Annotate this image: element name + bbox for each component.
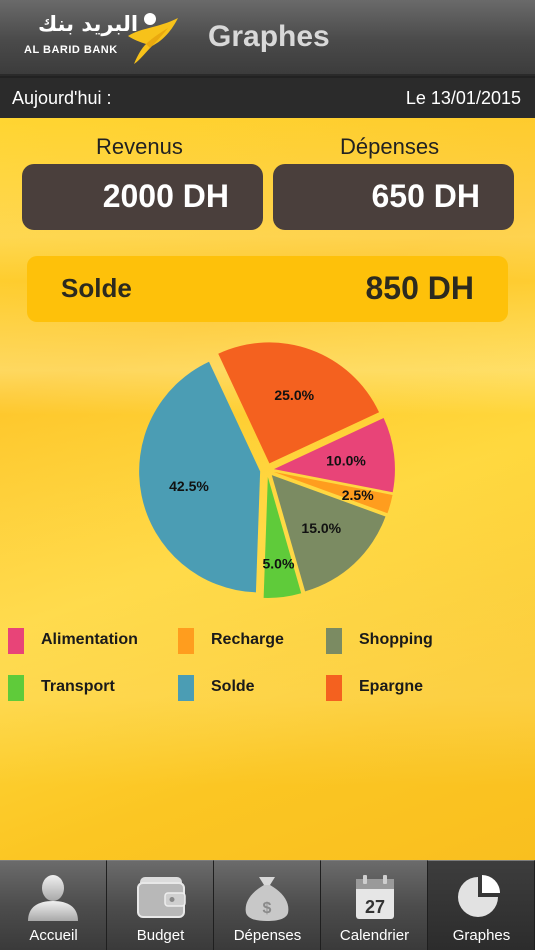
legend-label: Epargne: [359, 678, 424, 695]
pie-chart-icon: [458, 875, 500, 917]
pie-slice-label: 25.0%: [274, 387, 314, 403]
depenses-value: 650 DH: [371, 178, 481, 214]
svg-text:$: $: [263, 900, 272, 917]
tab-budget[interactable]: Budget: [107, 860, 214, 950]
tab-calendrier[interactable]: 27 Calendrier: [321, 860, 428, 950]
calendar-icon: 27: [356, 875, 394, 919]
wallet-icon: [137, 877, 186, 918]
al-barid-bank-logo: البريد بنك AL BARID BANK: [24, 12, 184, 66]
tab-graphes[interactable]: Graphes: [428, 860, 535, 950]
legend-label: Recharge: [211, 631, 284, 648]
legend-swatch: [178, 628, 194, 654]
depenses-label: Dépenses: [340, 134, 440, 159]
pie-slice-label: 42.5%: [169, 478, 209, 494]
tab-label: Dépenses: [233, 927, 302, 944]
bottom-tab-bar: Accueil Budget $ Dépenses 27 Calendrier: [0, 860, 535, 950]
money-bag-icon: $: [245, 877, 289, 921]
logo-text: AL BARID BANK: [24, 44, 118, 56]
legend-label: Alimentation: [41, 631, 138, 648]
tab-accueil[interactable]: Accueil: [0, 860, 107, 950]
tab-label: Graphes: [452, 927, 511, 944]
pie-slice-label: 2.5%: [342, 487, 374, 503]
pie-slice-label: 10.0%: [326, 452, 366, 468]
legend-swatch: [8, 675, 24, 701]
solde-label: Solde: [61, 273, 132, 303]
expense-pie-chart: 10.0% 2.5% 15.0% 5.0% 42.5% 25.0%: [139, 342, 395, 598]
app-header: البريد بنك AL BARID BANK Graphes: [0, 0, 535, 76]
legend-swatch: [326, 628, 342, 654]
depenses-box: 650 DH: [273, 164, 514, 230]
pie-slice-label: 5.0%: [263, 555, 295, 571]
page-title: Graphes: [208, 20, 330, 53]
tab-label: Accueil: [29, 927, 78, 944]
pie-slice-label: 15.0%: [301, 520, 341, 536]
legend-label: Solde: [211, 678, 255, 695]
logo-figure-icon: [128, 13, 178, 64]
legend-swatch: [326, 675, 342, 701]
calendar-day: 27: [365, 897, 385, 917]
revenus-value: 2000 DH: [102, 178, 229, 214]
legend-swatch: [178, 675, 194, 701]
today-label: Aujourd'hui :: [12, 88, 112, 108]
tab-label: Budget: [136, 927, 185, 944]
solde-value: 850 DH: [365, 270, 475, 306]
revenus-box: 2000 DH: [22, 164, 263, 230]
tab-depenses[interactable]: $ Dépenses: [214, 860, 321, 950]
legend-label: Transport: [41, 678, 115, 695]
revenus-label: Revenus: [96, 134, 183, 159]
legend-label: Shopping: [359, 631, 433, 648]
current-date: Le 13/01/2015: [405, 88, 521, 108]
tab-label: Calendrier: [339, 927, 410, 944]
user-icon: [28, 875, 78, 921]
graphs-content: Revenus Dépenses 2000 DH 650 DH Solde 85…: [0, 118, 535, 860]
legend-swatch: [8, 628, 24, 654]
solde-box: Solde 850 DH: [27, 256, 508, 322]
date-bar: Aujourd'hui : Le 13/01/2015: [0, 78, 535, 118]
